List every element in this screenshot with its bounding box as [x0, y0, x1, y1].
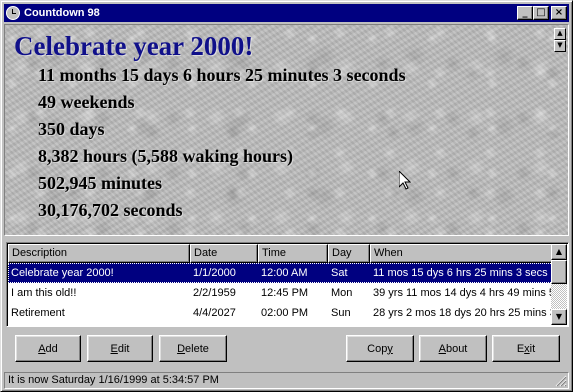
- spin-up-icon[interactable]: ▲: [554, 28, 566, 40]
- cell-time: 12:00 AM: [258, 263, 328, 283]
- countdown-window: Countdown 98 _ □ × Celebrate year 2000! …: [0, 0, 573, 392]
- close-button[interactable]: ×: [551, 6, 567, 20]
- edit-mnemonic: E: [110, 342, 118, 355]
- copy-mnemonic: y: [387, 342, 393, 355]
- event-title: Celebrate year 2000!: [14, 31, 254, 61]
- edit-button[interactable]: Edit: [87, 335, 153, 362]
- cell-date: 1/1/2000: [190, 263, 258, 283]
- column-header-date[interactable]: Date: [190, 244, 258, 263]
- cell-when: 11 mos 15 dys 6 hrs 25 mins 3 secs: [370, 263, 553, 283]
- table-row[interactable]: Retirement 4/4/2027 02:00 PM Sun 28 yrs …: [8, 303, 553, 323]
- minimize-button[interactable]: _: [517, 6, 533, 20]
- copy-label: Cop: [367, 342, 388, 355]
- window-title: Countdown 98: [24, 7, 100, 19]
- cell-when: 28 yrs 2 mos 18 dys 20 hrs 25 mins 3 s: [373, 307, 553, 319]
- status-text: It is now Saturday 1/16/1999 at 5:34:57 …: [8, 374, 219, 386]
- arrow-cursor-icon: [399, 171, 411, 190]
- countdown-line-hours: 8,382 hours (5,588 waking hours): [38, 146, 294, 166]
- copy-button[interactable]: Cop y: [346, 335, 414, 362]
- delete-label: elete: [185, 342, 209, 355]
- resize-grip-icon[interactable]: [555, 375, 567, 387]
- column-header-description[interactable]: Description: [8, 244, 190, 263]
- add-mnemonic: A: [38, 342, 46, 355]
- cell-description: I am this old!!: [11, 287, 77, 299]
- column-header-day[interactable]: Day: [328, 244, 370, 263]
- clock-icon: [6, 6, 20, 20]
- cell-day: Sun: [331, 307, 351, 319]
- title-bar[interactable]: Countdown 98 _ □ ×: [4, 4, 569, 22]
- cell-description: Retirement: [11, 307, 65, 319]
- cell-time: 02:00 PM: [261, 307, 309, 319]
- exit-label-pre: E: [516, 342, 525, 355]
- cell-day: Mon: [331, 287, 353, 299]
- column-header-time[interactable]: Time: [258, 244, 328, 263]
- countdown-line-total: 11 months 15 days 6 hours 25 minutes 3 s…: [38, 65, 406, 85]
- cell-description: Celebrate year 2000!: [8, 263, 190, 283]
- countdown-line-days: 350 days: [38, 119, 105, 139]
- countdown-line-minutes: 502,945 minutes: [38, 173, 163, 193]
- exit-button[interactable]: Ex it: [492, 335, 560, 362]
- delete-mnemonic: D: [177, 342, 186, 355]
- cell-date: 4/4/2027: [193, 307, 236, 319]
- spin-down-icon[interactable]: ▼: [554, 40, 566, 52]
- delete-button[interactable]: Delete: [159, 335, 227, 362]
- status-bar: It is now Saturday 1/16/1999 at 5:34:57 …: [4, 372, 569, 389]
- table-row[interactable]: I am this old!! 2/2/1959 12:45 PM Mon 39…: [8, 283, 553, 303]
- countdown-line-seconds: 30,176,702 seconds: [38, 200, 183, 220]
- countdown-display: Celebrate year 2000! 11 months 15 days 6…: [4, 24, 569, 236]
- cell-when: 39 yrs 11 mos 14 dys 4 hrs 49 mins 57: [373, 287, 553, 299]
- cell-time: 12:45 PM: [261, 287, 309, 299]
- maximize-button[interactable]: □: [533, 6, 549, 20]
- about-button[interactable]: About: [419, 335, 487, 362]
- add-button[interactable]: Add: [15, 335, 81, 362]
- exit-label-post: it: [529, 342, 536, 355]
- display-spinner[interactable]: ▲ ▼: [554, 28, 566, 52]
- list-scrollbar[interactable]: ▲ ▼: [551, 244, 567, 325]
- cell-day: Sat: [328, 263, 370, 283]
- countdown-line-weekends: 49 weekends: [38, 92, 135, 112]
- table-row[interactable]: Celebrate year 2000! 1/1/2000 12:00 AM S…: [8, 263, 553, 283]
- scroll-thumb[interactable]: [551, 260, 567, 284]
- column-header-when[interactable]: When: [370, 244, 553, 263]
- about-mnemonic: A: [438, 342, 446, 355]
- add-label: dd: [45, 342, 58, 355]
- about-label: bout: [445, 342, 468, 355]
- cell-date: 2/2/1959: [193, 287, 236, 299]
- scroll-down-icon[interactable]: ▼: [551, 309, 567, 325]
- edit-label: dit: [117, 342, 130, 355]
- events-list[interactable]: Description Date Time Day When Celebrate…: [6, 242, 569, 327]
- list-header: Description Date Time Day When: [8, 244, 553, 263]
- scroll-up-icon[interactable]: ▲: [551, 244, 567, 260]
